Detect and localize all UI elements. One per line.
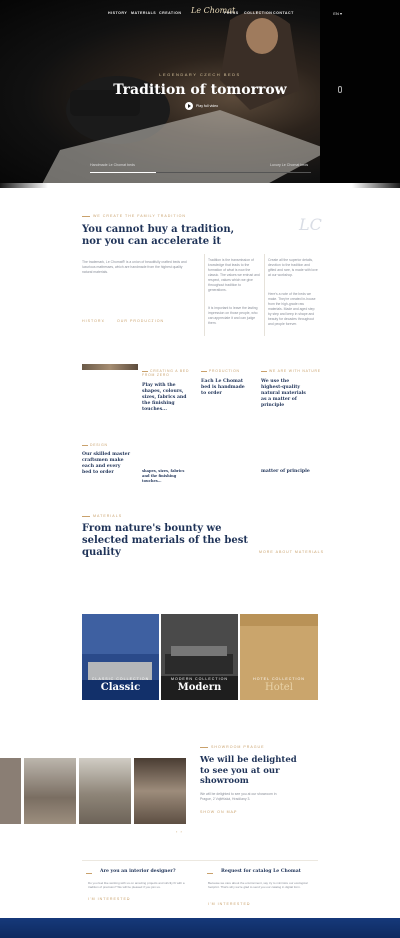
intro-title-line1: You cannot buy a tradition,: [82, 224, 235, 235]
arrow-right-icon: →: [312, 550, 317, 554]
materials-title-line2: selected materials of the best: [82, 535, 248, 546]
arrow-right-icon: →: [246, 902, 251, 906]
intro-col2: Tradition is the transmission of knowled…: [208, 258, 260, 292]
arrow-right-icon: →: [126, 897, 131, 901]
logo[interactable]: Le Chomat: [191, 6, 235, 15]
hero-divider: [0, 183, 400, 188]
feature-title-nature-repeat[interactable]: matter of principle: [261, 469, 311, 475]
materials-title: From nature's bounty we selected materia…: [82, 523, 248, 559]
arrow-right-icon: →: [150, 319, 155, 323]
divider: [204, 254, 205, 336]
intro-col2b: It is important to leave the lasting imp…: [208, 306, 258, 325]
feature-title-create[interactable]: Play with the shapes, colours, sizes, fa…: [142, 383, 188, 413]
feature-title-nature[interactable]: We use the highest-quality natural mater…: [261, 379, 311, 409]
intro-lead: The trademark, Le Chomat® is a union of …: [82, 260, 187, 274]
collection-name: Hotel: [265, 682, 293, 693]
feature-title-create-repeat[interactable]: shapes, sizes, fabrics and the finishing…: [142, 469, 188, 484]
cta-catalog-title: Request for catalog Le Chomat: [221, 869, 301, 874]
catalog-request-link[interactable]: I'M INTERESTED: [208, 902, 250, 906]
showroom-title-line3: showroom: [200, 776, 249, 786]
slide-caption-left[interactable]: Handmade Le Chomat beds: [90, 163, 135, 167]
feature-tag-nature: WE ARE WITH NATURE: [261, 369, 321, 373]
cta-catalog-text: Because we care about the environment, s…: [208, 881, 308, 889]
showroom-title-line2: to see you at our: [200, 765, 280, 776]
nav-collection[interactable]: COLLECTION: [244, 11, 272, 15]
nav-creation[interactable]: CREATION: [159, 11, 182, 15]
collection-label: HOTEL COLLECTION: [253, 677, 305, 681]
feature-tag-design: DESIGN: [82, 443, 108, 447]
intro-col3: Create all the superior details, devotio…: [268, 258, 318, 277]
collection-card-modern[interactable]: MODERN COLLECTION Modern: [161, 614, 238, 700]
slider-arrow-icon[interactable]: ‹ ›: [176, 829, 183, 834]
feature-title-design[interactable]: Our skilled master craftsmen make each a…: [82, 452, 130, 476]
feature-tag-create: CREATING A BED FROM ZERO: [142, 369, 190, 377]
production-link[interactable]: OUR PRODUCTION: [117, 319, 164, 323]
nav-materials[interactable]: MATERIALS: [131, 11, 156, 15]
showroom-eyebrow: SHOWROOM PRAGUE: [200, 745, 265, 749]
designer-interest-link[interactable]: I'M INTERESTED: [88, 897, 130, 901]
hero: HISTORY MATERIALS CREATION PRESS COLLECT…: [0, 0, 400, 188]
feature-image: [82, 364, 138, 370]
nav-contact[interactable]: CONTACT: [273, 11, 294, 15]
arrow-right-icon: →: [101, 319, 106, 323]
language-label: EN: [333, 11, 339, 16]
showroom-photo[interactable]: [79, 758, 131, 824]
materials-title-line3: quality: [82, 547, 121, 558]
arrow-right-icon: →: [232, 810, 237, 814]
slider-progress-fill: [90, 172, 157, 173]
intro-title-line2: nor you can accelerate it: [82, 236, 222, 247]
feature-title-production[interactable]: Each Le Chomat bed is handmade to order: [201, 379, 251, 397]
cta-dash: [86, 871, 94, 875]
showroom-photo[interactable]: [134, 758, 186, 824]
materials-title-line1: From nature's bounty we: [82, 523, 222, 534]
intro-title: You cannot buy a tradition, nor you can …: [82, 224, 234, 248]
chevron-down-icon: ▾: [339, 11, 342, 16]
showroom-title-line1: We will be delighted: [200, 755, 297, 765]
feature-tag-production: PRODUCTION: [201, 369, 240, 373]
slide-caption-right[interactable]: Luxury Le Chomat beds: [270, 163, 308, 167]
divider: [82, 860, 318, 861]
cta-designer-title: Are you an interior designer?: [100, 869, 176, 874]
hero-kicker: LEGENDARY CZECH BEDS: [159, 72, 241, 77]
monogram-logo: LC: [299, 215, 322, 234]
collection-label: MODERN COLLECTION: [171, 677, 228, 681]
showroom-photo[interactable]: [0, 758, 21, 824]
showroom-title: We will be delighted to see you at our s…: [200, 755, 297, 787]
collection-name: Classic: [100, 682, 141, 693]
footer: [0, 918, 400, 938]
divider: [264, 254, 265, 336]
intro-eyebrow: WE CREATE THE FAMILY TRADITION: [82, 214, 186, 218]
scroll-mouse-icon: [338, 86, 342, 93]
collection-card-hotel[interactable]: HOTEL COLLECTION Hotel: [240, 614, 318, 700]
slider-progress: [90, 172, 311, 173]
showroom-photo[interactable]: [24, 758, 76, 824]
showroom-text: We will be delighted to see you at our s…: [200, 792, 277, 801]
language-selector[interactable]: EN ▾: [333, 11, 342, 16]
play-video-link[interactable]: Play full video: [196, 104, 218, 108]
cta-designer-text: Do you feel like working with us on amaz…: [88, 881, 185, 889]
nav-history[interactable]: HISTORY: [108, 11, 127, 15]
collection-card-classic[interactable]: CLASSIC COLLECTION Classic: [82, 614, 159, 700]
intro-col3b: Here's a note of the beds we make. They'…: [268, 292, 316, 326]
materials-eyebrow: MATERIALS: [82, 514, 122, 518]
cta-dash: [207, 871, 215, 875]
collection-label: CLASSIC COLLECTION: [91, 677, 150, 681]
play-icon[interactable]: [185, 102, 193, 110]
collection-name: Modern: [177, 682, 222, 693]
